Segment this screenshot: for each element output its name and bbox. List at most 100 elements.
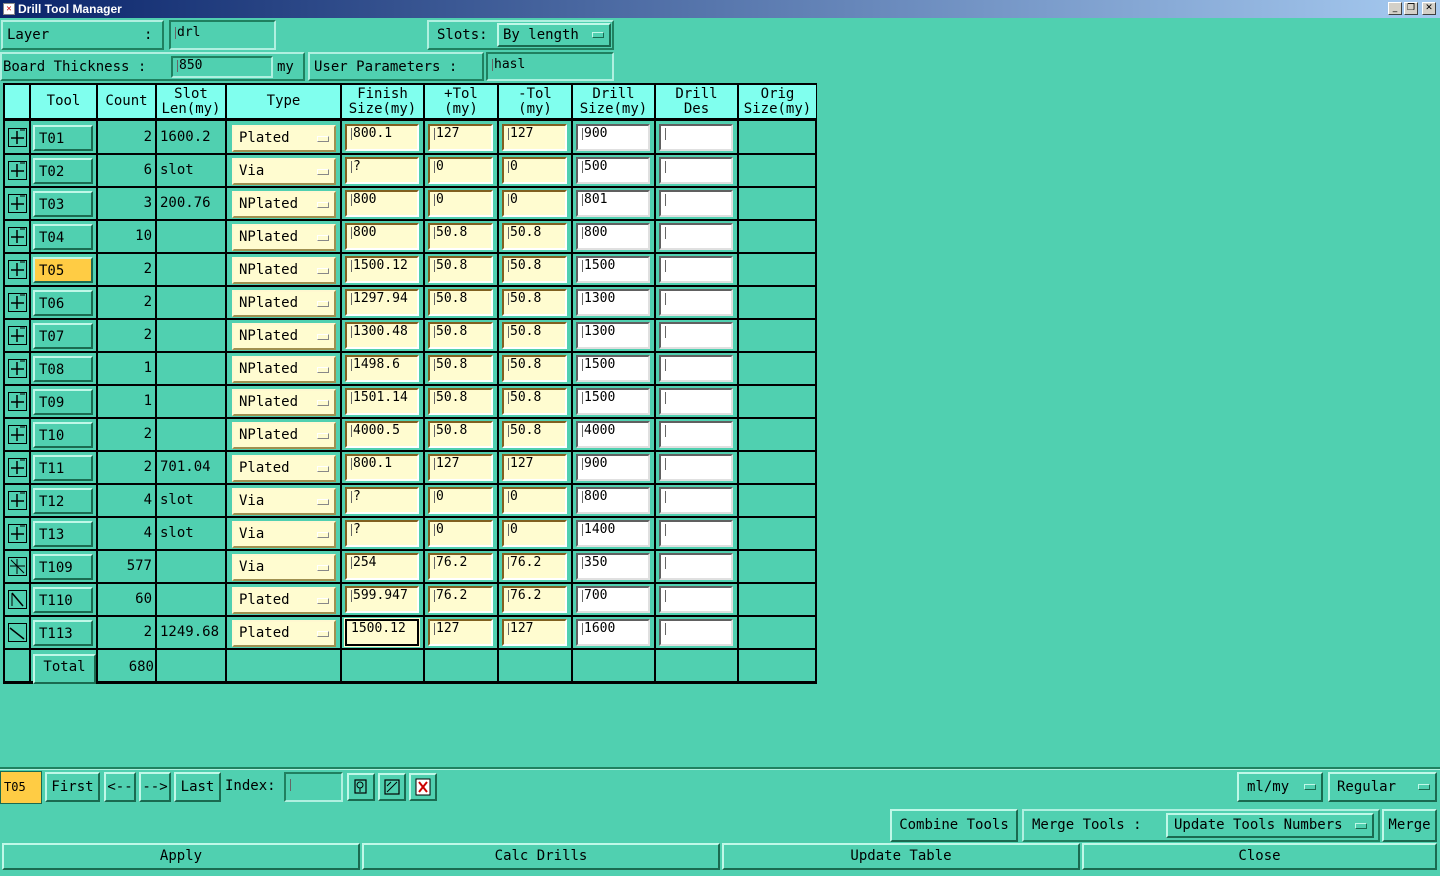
close-window-button[interactable]: ✕ (1422, 2, 1436, 15)
tool-symbol-icon[interactable] (5, 155, 29, 186)
tool-button[interactable]: T05 (33, 257, 93, 283)
mode-dropdown[interactable]: Regular (1328, 772, 1437, 802)
finish-size-input[interactable]: 1300.48 (345, 322, 419, 349)
drill-size-input[interactable]: 900 (576, 454, 650, 481)
drill-des-input[interactable] (659, 256, 733, 283)
combine-tools-button[interactable]: Combine Tools (890, 809, 1018, 842)
minus-tol-input[interactable]: 127 (502, 124, 567, 151)
type-dropdown[interactable]: NPlated (232, 224, 336, 251)
drill-size-input[interactable]: 700 (576, 586, 650, 613)
drill-des-input[interactable] (659, 124, 733, 151)
drill-size-input[interactable]: 1400 (576, 520, 650, 547)
minus-tol-input[interactable]: 127 (502, 619, 567, 646)
plus-tol-input[interactable]: 50.8 (428, 256, 493, 283)
minimize-button[interactable]: _ (1388, 2, 1402, 15)
drill-size-input[interactable]: 1500 (576, 256, 650, 283)
tool-symbol-icon[interactable] (5, 452, 29, 483)
finish-size-input[interactable]: 800.1 (345, 454, 419, 481)
drill-size-input[interactable]: 1500 (576, 355, 650, 382)
tool-symbol-icon[interactable] (5, 419, 29, 450)
finish-size-input[interactable]: 800.1 (345, 124, 419, 151)
plus-tol-input[interactable]: 50.8 (428, 223, 493, 250)
tool-symbol-icon[interactable] (5, 287, 29, 318)
drill-des-input[interactable] (659, 190, 733, 217)
header-plus-tol[interactable]: +Tol (my) (425, 85, 499, 121)
edit-icon[interactable] (378, 773, 406, 801)
tool-button[interactable]: T01 (33, 125, 93, 151)
finish-size-input[interactable]: 800 (345, 223, 419, 250)
plus-tol-input[interactable]: 127 (428, 454, 493, 481)
minus-tol-input[interactable]: 0 (502, 157, 567, 184)
minus-tol-input[interactable]: 50.8 (502, 223, 567, 250)
drill-size-input[interactable]: 900 (576, 124, 650, 151)
drill-des-input[interactable] (659, 322, 733, 349)
tool-button[interactable]: T13 (33, 521, 93, 547)
plus-tol-input[interactable]: 76.2 (428, 553, 493, 580)
finish-size-input[interactable]: 800 (345, 190, 419, 217)
type-dropdown[interactable]: NPlated (232, 257, 336, 284)
tool-symbol-icon[interactable] (5, 485, 29, 516)
drill-des-input[interactable] (659, 553, 733, 580)
type-dropdown[interactable]: Plated (232, 587, 336, 614)
type-dropdown[interactable]: Plated (232, 455, 336, 482)
tool-symbol-icon[interactable] (5, 320, 29, 351)
header-count[interactable]: Count (98, 85, 157, 121)
finish-size-input[interactable]: 599.947 (345, 586, 419, 613)
tool-button[interactable]: T07 (33, 323, 93, 349)
update-table-button[interactable]: Update Table (722, 843, 1080, 870)
type-dropdown[interactable]: NPlated (232, 356, 336, 383)
header-drill-des[interactable]: Drill Des (656, 85, 739, 121)
drill-size-input[interactable]: 350 (576, 553, 650, 580)
plus-tol-input[interactable]: 0 (428, 157, 493, 184)
drill-des-input[interactable] (659, 355, 733, 382)
tool-button[interactable]: T03 (33, 191, 93, 217)
tool-button[interactable]: T04 (33, 224, 93, 250)
finish-size-input[interactable]: 254 (345, 553, 419, 580)
restore-button[interactable]: ❐ (1404, 2, 1418, 15)
finish-size-input[interactable]: 1500.12 (344, 618, 420, 647)
drill-des-input[interactable] (659, 388, 733, 415)
minus-tol-input[interactable]: 50.8 (502, 289, 567, 316)
finish-size-input[interactable]: 1297.94 (345, 289, 419, 316)
plus-tol-input[interactable]: 0 (428, 487, 493, 514)
header-orig-size[interactable]: Orig Size(my) (739, 85, 816, 121)
finish-size-input[interactable]: ? (345, 157, 419, 184)
tool-symbol-icon[interactable] (5, 617, 29, 648)
tool-symbol-icon[interactable] (5, 188, 29, 219)
type-dropdown[interactable]: NPlated (232, 323, 336, 350)
minus-tol-input[interactable]: 0 (502, 520, 567, 547)
drill-des-input[interactable] (659, 619, 733, 646)
tool-button[interactable]: T110 (33, 587, 93, 613)
minus-tol-input[interactable]: 50.8 (502, 388, 567, 415)
tool-button[interactable]: T06 (33, 290, 93, 316)
drill-des-input[interactable] (659, 520, 733, 547)
plus-tol-input[interactable]: 76.2 (428, 586, 493, 613)
board-thickness-input[interactable]: 850 (171, 56, 273, 78)
header-drill-size[interactable]: Drill Size(my) (573, 85, 656, 121)
merge-option-dropdown[interactable]: Update Tools Numbers (1166, 813, 1374, 838)
finish-size-input[interactable]: ? (345, 520, 419, 547)
minus-tol-input[interactable]: 50.8 (502, 256, 567, 283)
tool-button[interactable]: T109 (33, 554, 93, 580)
type-dropdown[interactable]: NPlated (232, 422, 336, 449)
tool-symbol-icon[interactable] (5, 221, 29, 252)
merge-button[interactable]: Merge (1382, 809, 1437, 842)
find-icon[interactable] (347, 773, 375, 801)
plus-tol-input[interactable]: 50.8 (428, 355, 493, 382)
drill-des-input[interactable] (659, 487, 733, 514)
plus-tol-input[interactable]: 0 (428, 190, 493, 217)
minus-tol-input[interactable]: 50.8 (502, 355, 567, 382)
drill-des-input[interactable] (659, 454, 733, 481)
drill-size-input[interactable]: 1300 (576, 289, 650, 316)
tool-symbol-icon[interactable] (5, 551, 29, 582)
index-input[interactable] (284, 772, 343, 802)
minus-tol-input[interactable]: 50.8 (502, 322, 567, 349)
delete-icon[interactable] (409, 773, 437, 801)
header-minus-tol[interactable]: -Tol (my) (499, 85, 573, 121)
tool-button[interactable]: T113 (33, 620, 93, 646)
tool-symbol-icon[interactable] (5, 386, 29, 417)
units-dropdown[interactable]: ml/my (1237, 772, 1323, 802)
minus-tol-input[interactable]: 76.2 (502, 553, 567, 580)
drill-size-input[interactable]: 800 (576, 487, 650, 514)
header-type[interactable]: Type (227, 85, 342, 121)
